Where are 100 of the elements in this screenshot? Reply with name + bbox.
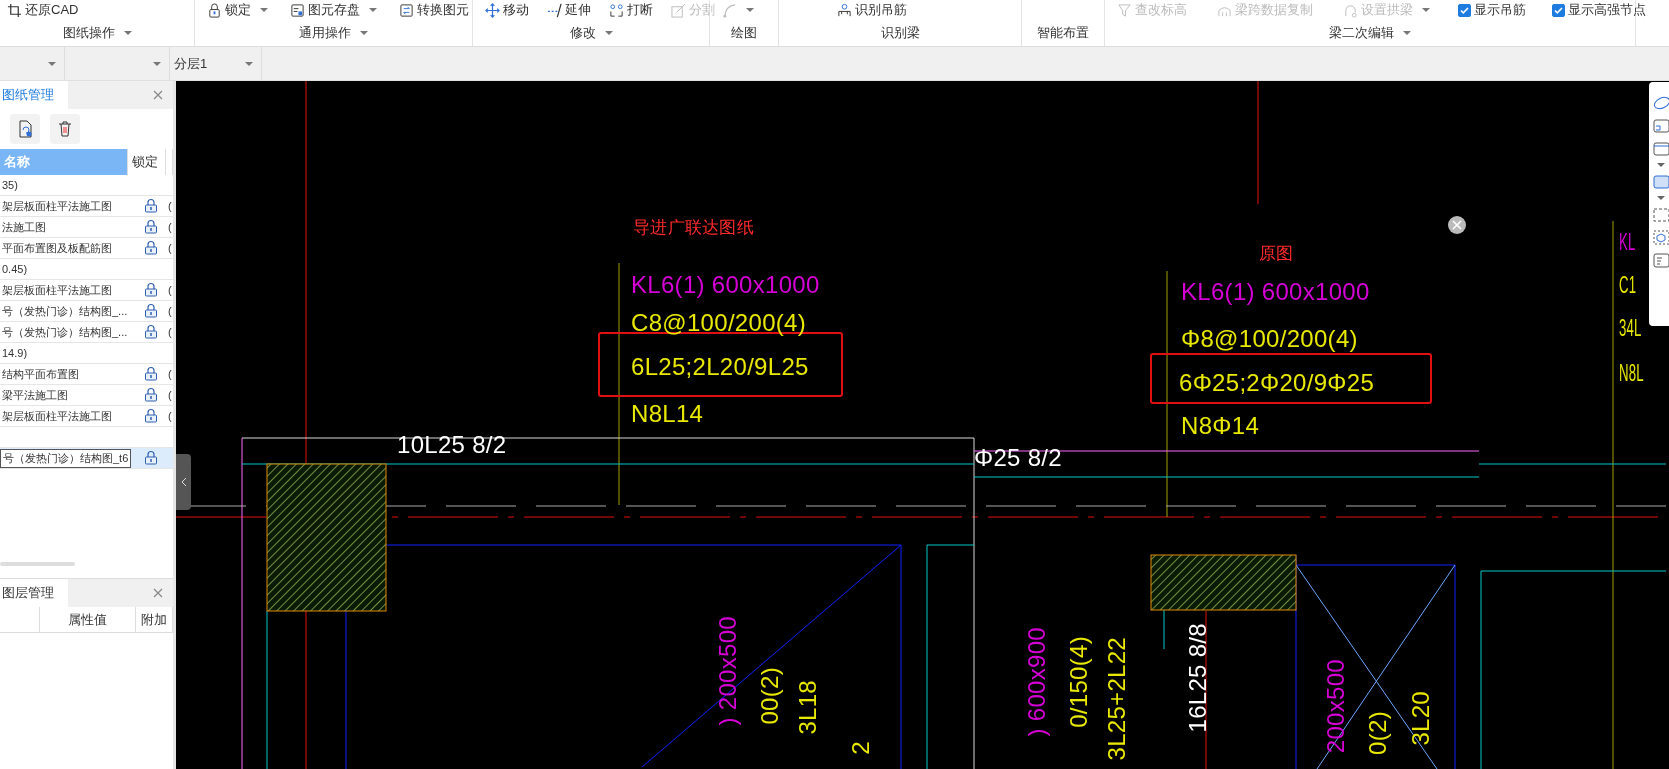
drawing-name: 架层板面柱平法施工图 [1,199,112,212]
drawing-annotation: N8L [1619,360,1644,386]
table-cell-text: ( [167,326,172,338]
3d-view-icon[interactable] [1652,117,1669,134]
close-icon[interactable] [153,90,163,100]
box-icon[interactable] [1652,140,1669,157]
drawing-annotation: 2 [848,741,874,755]
add-file-button[interactable] [10,114,40,144]
drawing-name: 梁平法施工图 [1,388,68,401]
toolbar-button[interactable]: 锁定 [205,1,270,19]
drawing-annotation: 导进广联达图纸 [633,217,755,237]
tree-group[interactable]: 0.45) [0,263,28,275]
group-menu-button[interactable]: 识别梁 [878,24,922,42]
arch-icon [1343,2,1358,18]
scrollbar[interactable] [0,562,75,566]
lock-icon[interactable] [144,218,158,234]
close-button[interactable] [1448,216,1466,234]
toolbar-button[interactable]: 还原CAD [5,1,81,19]
group-menu-button[interactable]: 绘图 [729,24,759,42]
drawing-annotation: N8L14 [631,401,704,427]
toolbar-button[interactable]: 移动 [483,1,531,19]
close-icon [1452,220,1462,230]
lock-icon[interactable] [144,449,158,465]
drawing-annotation: 00(2) [757,667,783,725]
lock-icon[interactable] [144,407,158,423]
drawing-annotation: Φ8@100/200(4) [1181,326,1358,352]
lock-icon[interactable] [144,386,158,402]
toolbar-button[interactable]: 延伸 [545,1,593,19]
table-cell-text: ( [167,242,172,254]
column-header: 附加 [135,607,173,632]
drawing-name: 号（发热门诊）结构图_... [1,304,128,317]
close-icon[interactable] [153,588,163,598]
drawing-row[interactable]: 法施工图 ( [0,217,173,238]
box-icon[interactable] [1652,173,1669,190]
drawing-annotation: 10L25 8/2 [397,432,507,458]
drawing-row[interactable]: 架层板面柱平法施工图 ( [0,280,173,301]
drawing-row[interactable]: 号（发热门诊）结构图_... ( [0,322,173,343]
drawing-name: 平面布置图及板配筋图 [1,241,112,254]
table-cell-text: ( [167,410,172,422]
drawing-annotation: 6Φ25;2Φ20/9Φ25 [1179,370,1375,396]
lock-icon[interactable] [144,281,158,297]
drawing-annotation: 3L25+2L22 [1104,637,1130,761]
list-icon[interactable] [1652,252,1669,269]
dropdown-field[interactable]: 分层1 [170,47,262,80]
caret-icon [48,61,56,66]
panel-tab[interactable]: 图纸管理 [0,81,68,109]
drawing-row[interactable]: 架层板面柱平法施工图 ( [0,196,173,217]
group-menu-button[interactable]: 通用操作 [297,24,370,42]
toolbar-button[interactable]: 打断 [607,1,655,19]
drawing-name: 结构平面布置图 [1,367,79,380]
drawing-annotation: KL [1619,229,1636,255]
table-cell-text: ( [167,305,172,317]
group-menu-button[interactable]: 图纸操作 [60,24,134,42]
lock-icon[interactable] [144,239,158,255]
group-menu-button[interactable]: 修改 [567,24,615,42]
drawing-name: 法施工图 [1,220,46,233]
tree-group[interactable]: 14.9) [0,347,28,359]
document-icon [290,2,305,18]
orbit-icon[interactable] [1652,94,1669,111]
select-box-icon[interactable] [1652,206,1669,223]
checkbox[interactable] [1458,3,1471,17]
caret-icon [1422,8,1430,12]
caret-icon [260,8,268,12]
delete-button[interactable] [50,114,80,144]
lock-icon[interactable] [144,302,158,318]
extend-icon [547,2,562,18]
drawing-row[interactable]: 梁平法施工图 ( [0,385,173,406]
cube-icon[interactable] [1652,229,1669,246]
tree-group[interactable]: 35) [0,179,18,191]
table-cell-text: ( [167,368,172,380]
toolbar-button[interactable]: 识别吊筋 [835,1,909,19]
caret-icon [746,8,754,12]
drawing-name: 号（发热门诊）结构图_... [1,325,128,338]
panel-title: 图层管理 [0,579,68,607]
group-menu-button[interactable]: 梁二次编辑 [1327,24,1413,42]
toolbar-button[interactable]: 图元存盘 [288,1,379,19]
name-input-field[interactable]: 号（发热门诊）结构图_t6 [0,448,132,468]
drawing-annotation: 0/150(4) [1066,636,1092,728]
drawing-row[interactable]: 平面布置图及板配筋图 ( [0,238,173,259]
move-icon [485,2,500,18]
drawing-annotation: C1 [1619,272,1637,298]
lock-icon[interactable] [144,197,158,213]
drawing-row[interactable]: 号（发热门诊）结构图_t6 [0,448,173,469]
drawing-annotation: 3L18 [795,680,821,735]
caret-icon[interactable] [1657,196,1665,200]
drawing-annotation: 200x500 [1323,659,1349,754]
caret-icon[interactable] [1657,163,1665,167]
caret-icon [369,8,377,12]
drawing-row[interactable]: 号（发热门诊）结构图_... ( [0,301,173,322]
drawing-row[interactable]: 架层板面柱平法施工图 ( [0,406,173,427]
caret-icon [245,61,253,66]
lock-icon[interactable] [144,365,158,381]
drawing-annotation: C8@100/200(4) [631,310,807,336]
toolbar-button[interactable]: 转换图元 [397,1,471,19]
drawing-annotation: KL6(1) 600x1000 [631,272,820,298]
lock-icon[interactable] [144,323,158,339]
checkbox[interactable] [1552,3,1565,17]
drawing-row[interactable]: 结构平面布置图 ( [0,364,173,385]
group-menu-button[interactable]: 智能布置 [1035,24,1091,42]
collapse-handle[interactable] [176,454,191,510]
